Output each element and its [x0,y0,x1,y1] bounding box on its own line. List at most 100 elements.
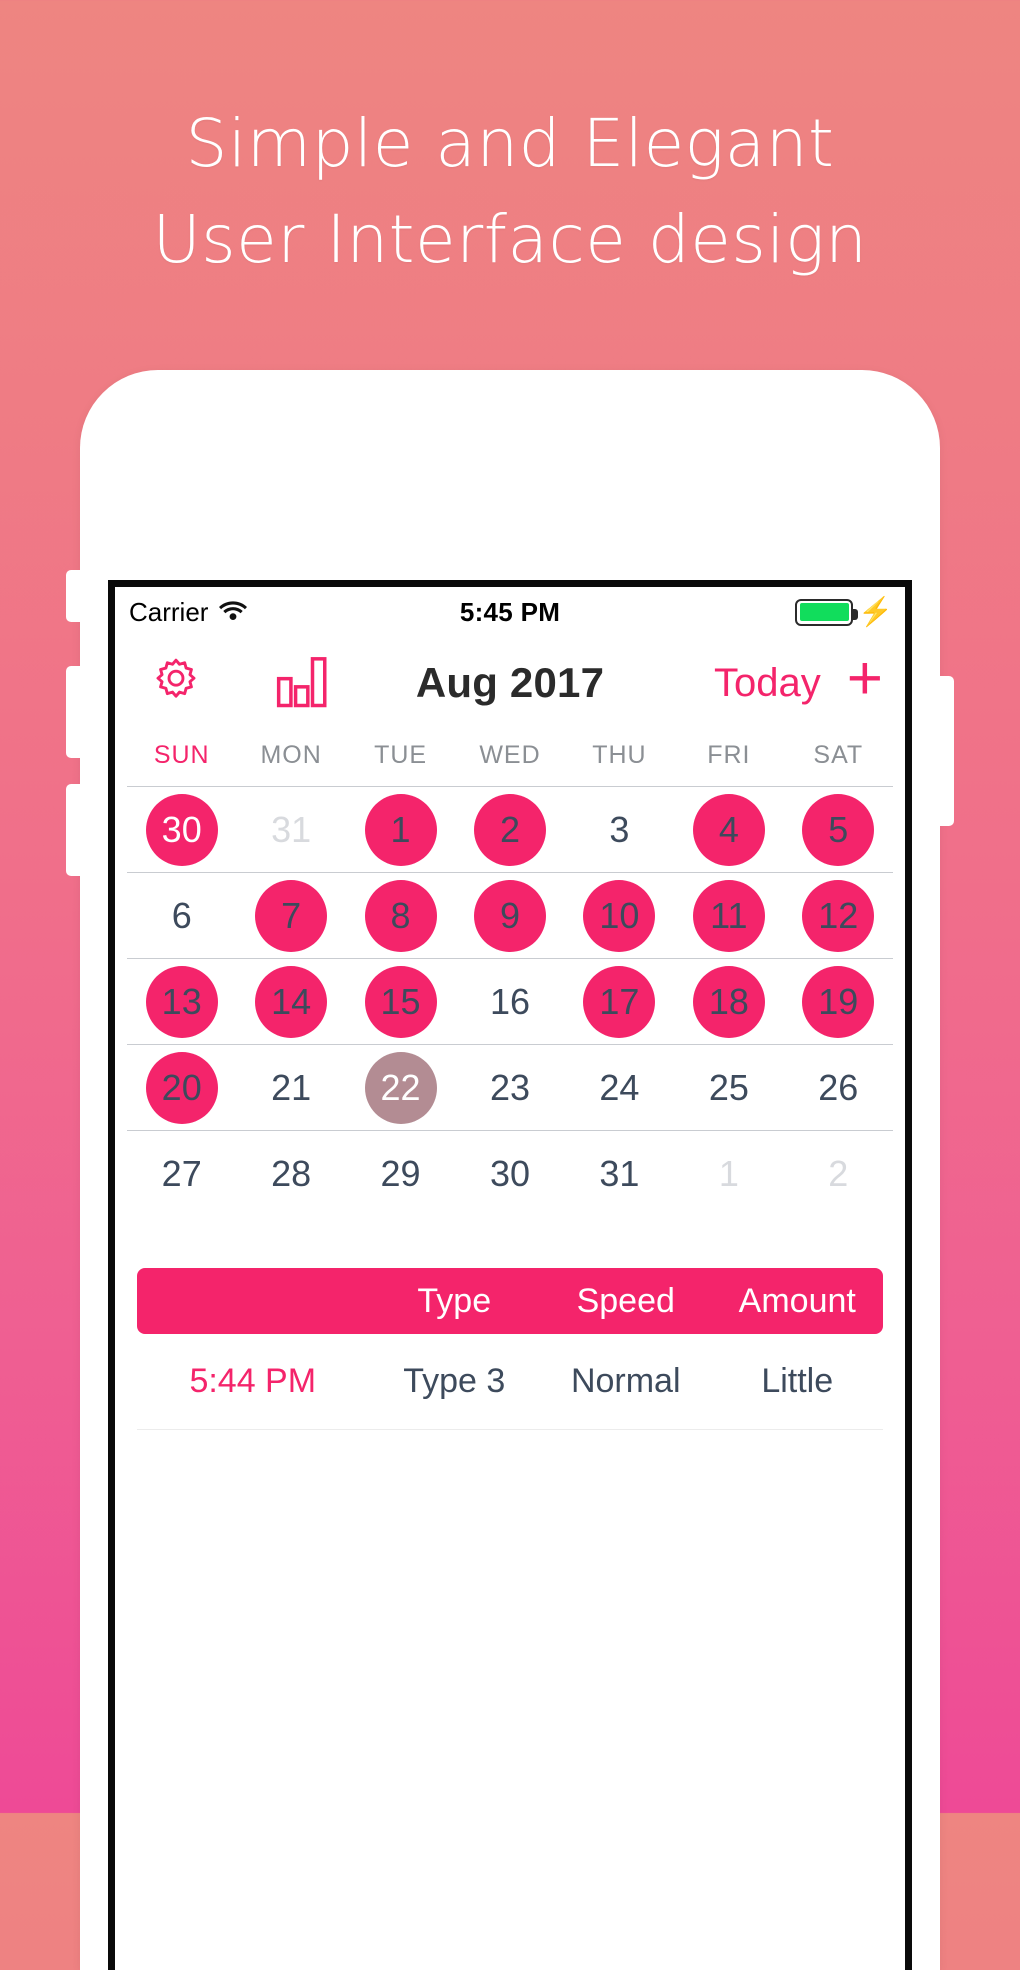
calendar-day-8[interactable]: 8 [364,879,437,952]
calendar-day-6[interactable]: 6 [146,880,218,952]
status-bar-time: 5:45 PM [459,596,561,627]
calendar-day-10[interactable]: 10 [583,879,656,952]
calendar-day-29[interactable]: 29 [365,1138,437,1210]
calendar-day-cell[interactable]: 17 [565,965,674,1038]
calendar-day-cell[interactable]: 30 [455,1138,564,1210]
column-header-speed: Speed [576,1281,675,1320]
phone-mockup: Carrier 5:45 PM ⚡ Aug 2017 Today + SUN M… [66,370,954,1970]
calendar-day-cell[interactable]: 31 [565,1138,674,1210]
calendar-day-21[interactable]: 21 [255,1052,327,1124]
calendar-day-cell[interactable]: 4 [674,793,783,866]
calendar-day-11[interactable]: 11 [692,879,765,952]
calendar-day-12[interactable]: 12 [802,879,875,952]
status-bar-right: ⚡ [795,598,893,626]
calendar-week-row: 20 21 22 23 24 25 26 [127,1044,893,1130]
calendar-day-20[interactable]: 20 [145,1051,218,1124]
weekday-wed: WED [479,741,541,769]
calendar-day-30[interactable]: 30 [474,1138,546,1210]
calendar-day-13[interactable]: 13 [145,965,218,1038]
calendar-day-cell[interactable]: 11 [674,879,783,952]
calendar-day-cell[interactable]: 7 [236,879,345,952]
calendar-day-17[interactable]: 17 [583,965,656,1038]
calendar-day-5[interactable]: 5 [802,793,875,866]
calendar-day-22[interactable]: 22 [364,1051,437,1124]
calendar-day-28[interactable]: 28 [255,1138,327,1210]
weekday-mon: MON [260,741,322,769]
volume-up-button[interactable] [66,666,82,758]
promo-headline-line2: User Interface design [152,201,868,278]
calendar-day-cell[interactable]: 28 [236,1138,345,1210]
silent-switch-button[interactable] [66,570,82,622]
calendar-day-cell[interactable]: 25 [674,1052,783,1124]
calendar-day-cell[interactable]: 18 [674,965,783,1038]
calendar-day-cell[interactable]: 12 [784,879,893,952]
calendar-day-cell[interactable]: 13 [127,965,236,1038]
calendar-day-25[interactable]: 25 [693,1052,765,1124]
plus-icon[interactable]: + [847,648,883,710]
weekday-tue: TUE [374,741,428,769]
calendar-day-cell[interactable]: 5 [784,793,893,866]
entry-type: Type 3 [403,1362,506,1400]
calendar-day-cell[interactable]: 8 [346,879,455,952]
calendar-day-cell[interactable]: 1 [346,793,455,866]
calendar-week-row: 27 28 29 30 31 1 2 [127,1130,893,1216]
calendar-day-cell[interactable]: 29 [346,1138,455,1210]
calendar-day-27[interactable]: 27 [146,1138,218,1210]
calendar-day-cell[interactable]: 26 [784,1052,893,1124]
lightning-bolt-icon: ⚡ [858,596,893,627]
calendar-day-31[interactable]: 31 [583,1138,655,1210]
calendar-day-cell[interactable]: 14 [236,965,345,1038]
calendar-day-2[interactable]: 2 [473,793,546,866]
calendar-day-cell[interactable]: 31 [236,794,345,866]
calendar-day-24[interactable]: 24 [583,1052,655,1124]
calendar-day-16[interactable]: 16 [474,966,546,1038]
gear-icon[interactable] [149,654,203,713]
calendar-day-cell[interactable]: 19 [784,965,893,1038]
entry-time: 5:44 PM [189,1362,317,1400]
calendar-day-26[interactable]: 26 [802,1052,874,1124]
calendar-day-cell[interactable]: 9 [455,879,564,952]
calendar-day-3[interactable]: 3 [583,794,655,866]
calendar-day-31[interactable]: 31 [255,794,327,866]
power-button[interactable] [938,676,954,826]
promo-headline-line1: Simple and Elegant [185,105,835,182]
calendar-day-cell[interactable]: 30 [127,793,236,866]
entry-amount: Little [761,1362,834,1400]
today-button[interactable]: Today [714,661,821,706]
calendar-grid: 30 31 1 2 3 4 5 6 7 8 9 10 11 12 13 14 15 16 17 18 19 20 21 22 2… [115,786,905,1216]
calendar-day-30[interactable]: 30 [145,793,218,866]
calendar-day-15[interactable]: 15 [364,965,437,1038]
calendar-day-cell[interactable]: 22 [346,1051,455,1124]
calendar-day-cell[interactable]: 15 [346,965,455,1038]
table-row[interactable]: 5:44 PM Type 3 Normal Little [137,1334,883,1430]
calendar-day-14[interactable]: 14 [255,965,328,1038]
weekday-thu: THU [592,741,647,769]
calendar-day-cell[interactable]: 20 [127,1051,236,1124]
calendar-day-cell[interactable]: 6 [127,880,236,952]
calendar-day-cell[interactable]: 3 [565,794,674,866]
calendar-week-row: 30 31 1 2 3 4 5 [127,786,893,872]
calendar-day-18[interactable]: 18 [692,965,765,1038]
calendar-day-1[interactable]: 1 [364,793,437,866]
column-header-type: Type [417,1281,492,1320]
calendar-day-cell[interactable]: 1 [674,1138,783,1210]
calendar-day-2[interactable]: 2 [802,1138,874,1210]
entries-table: Type Speed Amount 5:44 PM Type 3 Normal Lit… [115,1268,905,1430]
calendar-day-23[interactable]: 23 [474,1052,546,1124]
calendar-day-cell[interactable]: 10 [565,879,674,952]
calendar-day-cell[interactable]: 21 [236,1052,345,1124]
calendar-day-cell[interactable]: 2 [784,1138,893,1210]
calendar-day-cell[interactable]: 24 [565,1052,674,1124]
calendar-day-7[interactable]: 7 [255,879,328,952]
calendar-day-19[interactable]: 19 [802,965,875,1038]
calendar-day-cell[interactable]: 27 [127,1138,236,1210]
calendar-day-9[interactable]: 9 [473,879,546,952]
entries-table-header: Type Speed Amount [137,1268,883,1334]
calendar-day-1[interactable]: 1 [693,1138,765,1210]
calendar-day-cell[interactable]: 23 [455,1052,564,1124]
volume-down-button[interactable] [66,784,82,876]
calendar-day-cell[interactable]: 16 [455,966,564,1038]
calendar-day-cell[interactable]: 2 [455,793,564,866]
bar-chart-icon[interactable] [275,653,329,714]
calendar-day-4[interactable]: 4 [692,793,765,866]
